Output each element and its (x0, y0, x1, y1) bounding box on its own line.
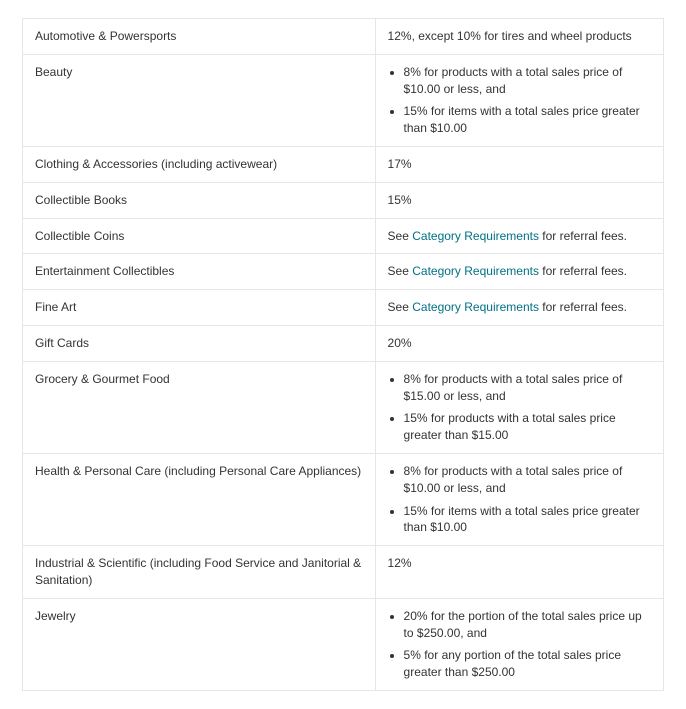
fee-tier-item: 15% for products with a total sales pric… (404, 410, 651, 444)
table-row: Gift Cards20% (23, 325, 664, 361)
category-requirements-link[interactable]: Category Requirements (412, 264, 539, 278)
category-cell: Clothing & Accessories (including active… (23, 146, 376, 182)
referral-fee-table: Automotive & Powersports12%, except 10% … (22, 18, 664, 691)
fee-tier-list: 8% for products with a total sales price… (388, 463, 651, 536)
fee-cell: 8% for products with a total sales price… (375, 361, 663, 453)
fee-cell: 8% for products with a total sales price… (375, 453, 663, 545)
category-cell: Industrial & Scientific (including Food … (23, 546, 376, 599)
category-cell: Entertainment Collectibles (23, 254, 376, 290)
table-row: Jewelry 20% for the portion of the total … (23, 598, 664, 690)
fee-tier-item: 15% for items with a total sales price g… (404, 103, 651, 137)
fee-cell: 8% for products with a total sales price… (375, 54, 663, 146)
fee-cell: See Category Requirements for referral f… (375, 218, 663, 254)
category-cell: Automotive & Powersports (23, 19, 376, 55)
table-row: Clothing & Accessories (including active… (23, 146, 664, 182)
fee-text: for referral fees. (539, 229, 627, 243)
fee-tier-list: 8% for products with a total sales price… (388, 371, 651, 444)
fee-tier-item: 5% for any portion of the total sales pr… (404, 647, 651, 681)
page-content: Automotive & Powersports12%, except 10% … (0, 0, 686, 709)
fee-cell: 20% for the portion of the total sales p… (375, 598, 663, 690)
fee-text: See (388, 300, 413, 314)
fee-tier-item: 8% for products with a total sales price… (404, 64, 651, 98)
category-cell: Fine Art (23, 290, 376, 326)
category-requirements-link[interactable]: Category Requirements (412, 300, 539, 314)
fee-cell: 15% (375, 182, 663, 218)
table-row: Collectible CoinsSee Category Requiremen… (23, 218, 664, 254)
table-row: Collectible Books15% (23, 182, 664, 218)
table-row: Grocery & Gourmet Food 8% for products wi… (23, 361, 664, 453)
category-cell: Grocery & Gourmet Food (23, 361, 376, 453)
category-cell: Collectible Books (23, 182, 376, 218)
fee-tier-item: 15% for items with a total sales price g… (404, 503, 651, 537)
fee-text: See (388, 264, 413, 278)
fee-tier-list: 20% for the portion of the total sales p… (388, 608, 651, 681)
category-cell: Collectible Coins (23, 218, 376, 254)
fee-cell: 12% (375, 546, 663, 599)
fee-text: for referral fees. (539, 300, 627, 314)
category-cell: Gift Cards (23, 325, 376, 361)
category-cell: Beauty (23, 54, 376, 146)
fee-cell: See Category Requirements for referral f… (375, 290, 663, 326)
fee-tier-list: 8% for products with a total sales price… (388, 64, 651, 137)
table-row: Entertainment CollectiblesSee Category R… (23, 254, 664, 290)
fee-cell: 20% (375, 325, 663, 361)
fee-cell: 12%, except 10% for tires and wheel prod… (375, 19, 663, 55)
fee-tier-item: 20% for the portion of the total sales p… (404, 608, 651, 642)
table-row: Industrial & Scientific (including Food … (23, 546, 664, 599)
category-cell: Jewelry (23, 598, 376, 690)
fee-text: for referral fees. (539, 264, 627, 278)
fee-cell: See Category Requirements for referral f… (375, 254, 663, 290)
table-row: Beauty 8% for products with a total sales… (23, 54, 664, 146)
fee-cell: 17% (375, 146, 663, 182)
category-requirements-link[interactable]: Category Requirements (412, 229, 539, 243)
table-row: Automotive & Powersports12%, except 10% … (23, 19, 664, 55)
fee-text: See (388, 229, 413, 243)
category-cell: Health & Personal Care (including Person… (23, 453, 376, 545)
table-row: Fine ArtSee Category Requirements for re… (23, 290, 664, 326)
fee-tier-item: 8% for products with a total sales price… (404, 463, 651, 497)
fee-tier-item: 8% for products with a total sales price… (404, 371, 651, 405)
table-row: Health & Personal Care (including Person… (23, 453, 664, 545)
